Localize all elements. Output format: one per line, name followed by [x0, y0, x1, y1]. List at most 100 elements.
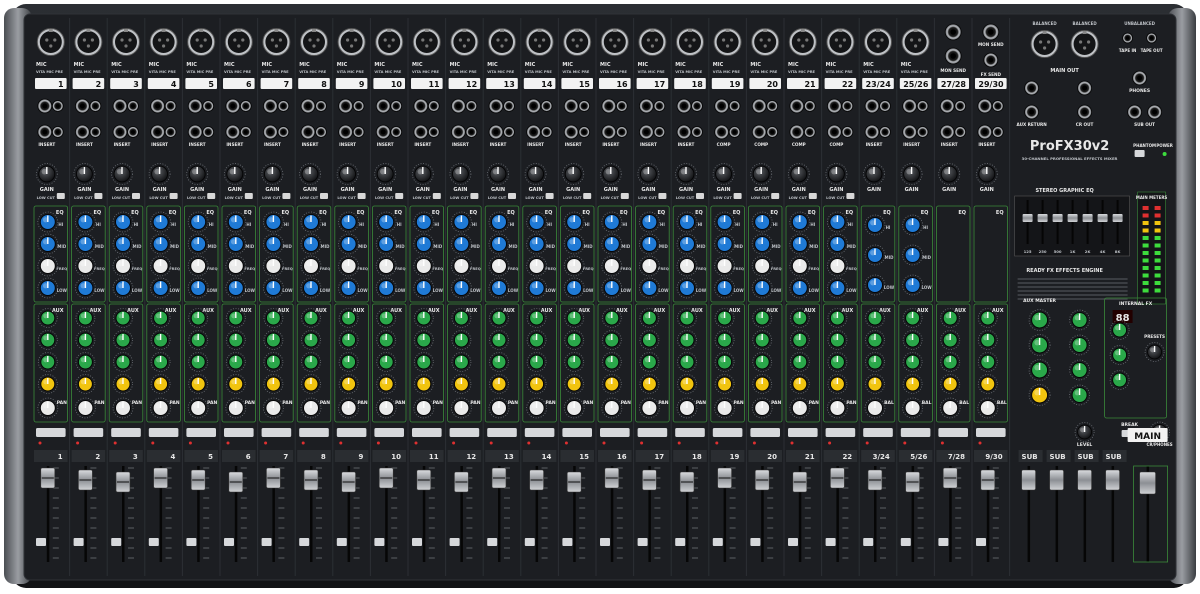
eq-low-knob[interactable]	[112, 277, 134, 299]
eq-mid-knob[interactable]	[413, 233, 435, 255]
insert-jack[interactable]	[939, 124, 955, 140]
low-cut-button[interactable]	[545, 193, 554, 199]
insert-jack[interactable]	[601, 124, 617, 140]
eq-hi-knob[interactable]	[714, 211, 735, 233]
eq-freq-knob[interactable]	[601, 255, 623, 277]
low-cut-button[interactable]	[771, 193, 780, 199]
line-in-jack[interactable]	[89, 100, 102, 112]
aux-return-knob[interactable]	[1069, 384, 1090, 406]
eq-low-knob[interactable]	[827, 277, 848, 299]
solo-button[interactable]	[825, 538, 836, 546]
low-cut-button[interactable]	[207, 193, 216, 199]
line-in-jack[interactable]	[827, 98, 842, 114]
line-in-jack[interactable]	[164, 100, 177, 112]
eq-hi-knob[interactable]	[75, 211, 96, 233]
main-fader[interactable]	[1139, 471, 1156, 495]
mute-button[interactable]	[186, 428, 216, 437]
xlr-input[interactable]	[901, 28, 930, 56]
line-in-jack[interactable]	[991, 100, 1004, 112]
mute-button[interactable]	[675, 428, 705, 437]
insert-jack[interactable]	[427, 126, 440, 138]
insert-jack[interactable]	[751, 124, 767, 140]
insert-jack[interactable]	[413, 124, 429, 140]
low-cut-button[interactable]	[132, 193, 140, 199]
eq-mid-knob[interactable]	[488, 233, 510, 255]
xlr-input[interactable]	[676, 28, 704, 56]
mute-button[interactable]	[788, 428, 818, 437]
insert-jack[interactable]	[827, 124, 842, 140]
eq-hi-knob[interactable]	[864, 214, 886, 236]
eq-hi-knob[interactable]	[601, 211, 623, 233]
solo-button[interactable]	[148, 538, 159, 546]
low-cut-button[interactable]	[808, 193, 817, 199]
line-in-jack[interactable]	[239, 100, 252, 112]
line-in-jack[interactable]	[902, 98, 917, 114]
eq-freq-knob[interactable]	[450, 255, 472, 277]
low-cut-button[interactable]	[658, 193, 667, 199]
insert-jack[interactable]	[676, 124, 692, 140]
insert-jack[interactable]	[390, 126, 403, 138]
pan-knob[interactable]	[413, 397, 435, 419]
mute-button[interactable]	[938, 428, 968, 437]
xlr-input[interactable]	[563, 28, 592, 56]
line-in-jack[interactable]	[841, 100, 854, 112]
xlr-input[interactable]	[300, 28, 328, 56]
insert-jack[interactable]	[615, 126, 628, 138]
pan-knob[interactable]	[563, 397, 585, 419]
xlr-input[interactable]	[826, 28, 855, 56]
eq-low-knob[interactable]	[714, 277, 735, 299]
sub-fader[interactable]	[1105, 469, 1120, 491]
eq-low-knob[interactable]	[488, 277, 510, 299]
eq-mid-knob[interactable]	[375, 233, 397, 255]
eq-hi-knob[interactable]	[789, 211, 811, 233]
pan-knob[interactable]	[789, 397, 811, 419]
eq-low-knob[interactable]	[789, 277, 811, 299]
insert-jack[interactable]	[164, 126, 177, 138]
solo-button[interactable]	[637, 538, 648, 546]
eq-hi-knob[interactable]	[338, 211, 360, 233]
eq-freq-knob[interactable]	[526, 255, 547, 277]
insert-jack[interactable]	[789, 124, 805, 140]
eq-freq-knob[interactable]	[639, 255, 660, 277]
insert-jack[interactable]	[202, 126, 215, 138]
pan-knob[interactable]	[75, 397, 96, 419]
line-in-jack[interactable]	[75, 98, 90, 114]
eq-hi-knob[interactable]	[300, 211, 322, 233]
eq-low-knob[interactable]	[563, 277, 585, 299]
tape-in-jack[interactable]	[1122, 32, 1133, 44]
line-in-jack[interactable]	[202, 100, 215, 112]
insert-jack[interactable]	[841, 126, 854, 138]
insert-jack[interactable]	[315, 126, 327, 138]
pan-knob[interactable]	[714, 397, 735, 419]
pan-knob[interactable]	[225, 397, 247, 419]
xlr-input[interactable]	[337, 28, 366, 56]
eq-low-knob[interactable]	[864, 274, 886, 296]
low-cut-button[interactable]	[244, 193, 253, 199]
sub-fader[interactable]	[1077, 469, 1092, 491]
low-cut-button[interactable]	[395, 193, 404, 199]
xlr-input[interactable]	[187, 28, 216, 56]
line-in-jack[interactable]	[413, 98, 429, 114]
aux-return-knob[interactable]	[1069, 359, 1090, 381]
low-cut-button[interactable]	[56, 193, 65, 199]
line-in-jack[interactable]	[864, 98, 880, 114]
low-cut-button[interactable]	[94, 193, 103, 199]
pan-knob[interactable]	[488, 397, 510, 419]
insert-jack[interactable]	[225, 124, 241, 140]
insert-jack[interactable]	[375, 124, 391, 140]
eq-low-knob[interactable]	[37, 277, 59, 299]
line-in-jack[interactable]	[879, 100, 891, 112]
solo-button[interactable]	[976, 538, 986, 546]
xlr-input[interactable]	[751, 28, 780, 56]
line-in-jack[interactable]	[187, 98, 203, 114]
line-in-jack[interactable]	[352, 100, 365, 112]
eq-mid-knob[interactable]	[187, 233, 209, 255]
geq-slider[interactable]	[1052, 214, 1063, 222]
line-in-jack[interactable]	[789, 98, 805, 114]
eq-mid-knob[interactable]	[601, 233, 623, 255]
pan-knob[interactable]	[902, 397, 923, 419]
solo-button[interactable]	[524, 538, 535, 546]
eq-hi-knob[interactable]	[526, 211, 547, 233]
eq-hi-knob[interactable]	[150, 211, 172, 233]
mute-button[interactable]	[600, 428, 630, 437]
